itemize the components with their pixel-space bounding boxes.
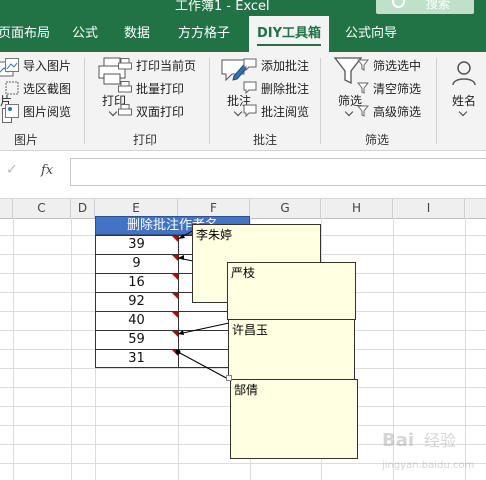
baidu-watermark-logo: Bai 经验 jingyan.baidu.com <box>380 424 484 476</box>
comment-author: 郜倩 <box>234 383 259 397</box>
svg-text:Bai: Bai <box>382 430 414 451</box>
comment-author: 许昌玉 <box>232 323 269 337</box>
comment-box[interactable]: 严枝 <box>227 262 356 320</box>
svg-text:jingyan.baidu.com: jingyan.baidu.com <box>381 460 474 471</box>
comment-box[interactable]: 郜倩 <box>230 379 358 459</box>
comment-box[interactable]: 许昌玉 <box>228 319 355 380</box>
resize-handle[interactable] <box>226 375 232 381</box>
svg-text:经验: 经验 <box>424 431 456 450</box>
comment-author: 李朱婷 <box>196 228 233 242</box>
comment-author: 严枝 <box>231 266 256 280</box>
